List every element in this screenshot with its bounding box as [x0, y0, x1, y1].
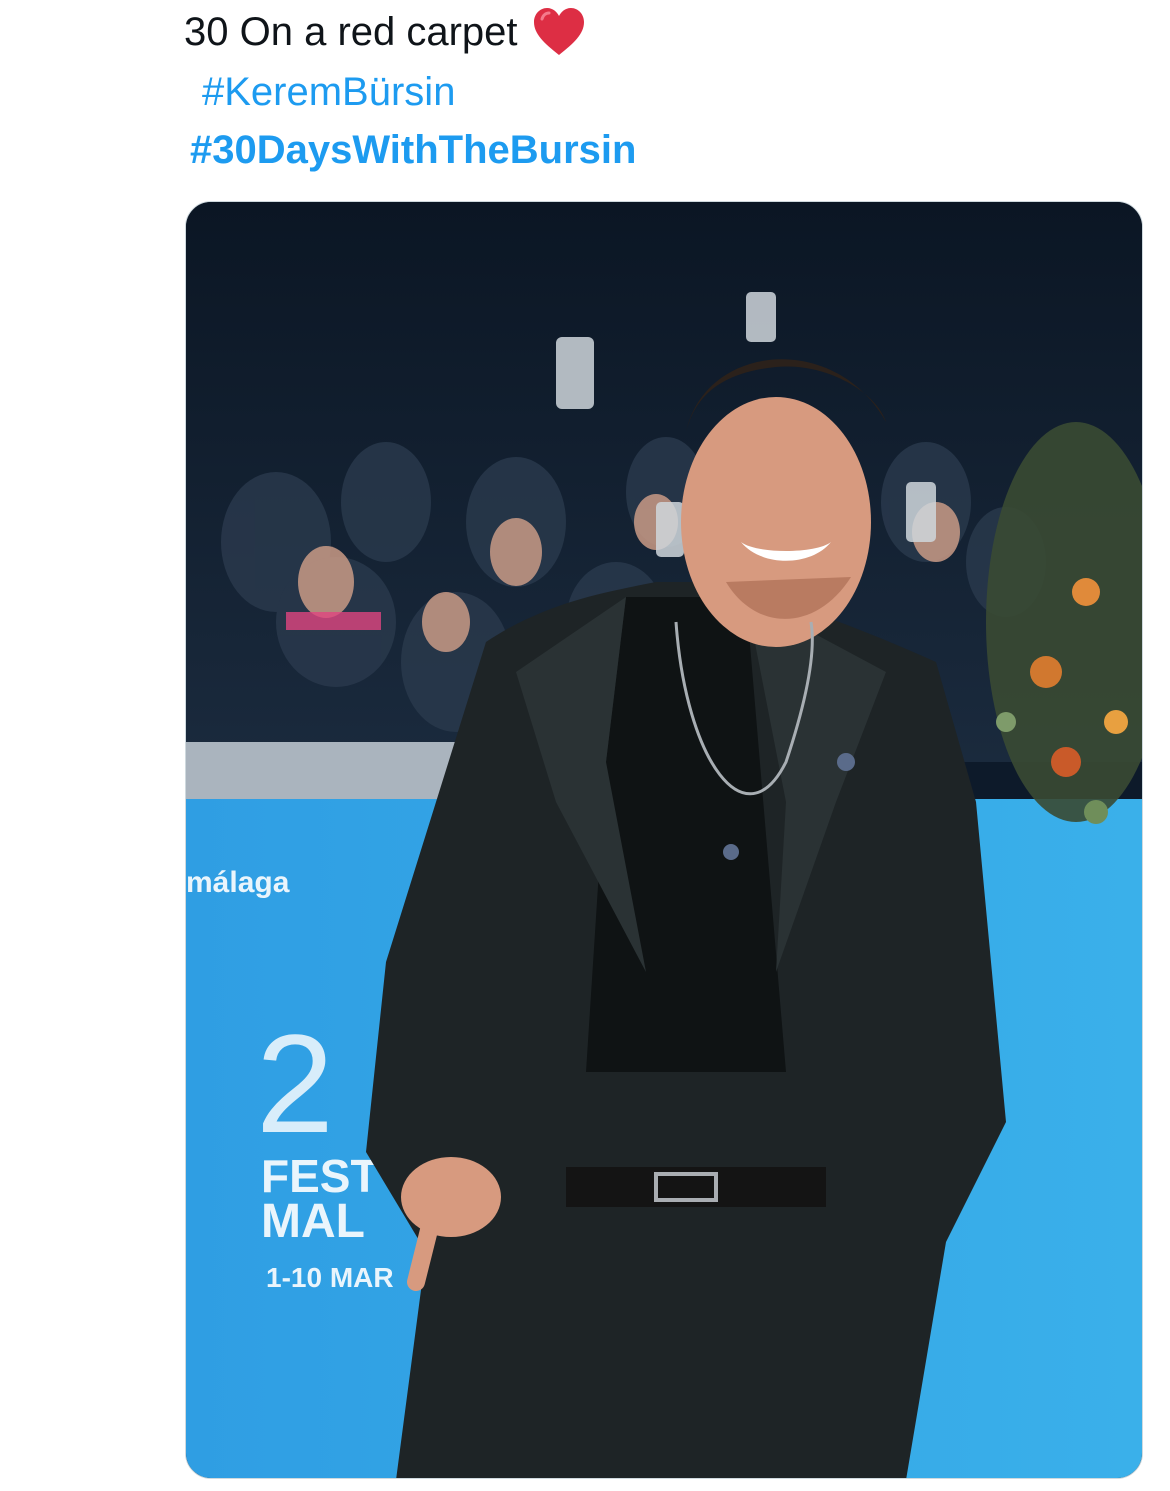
hashtag-link-kerembursin[interactable]: #KeremBürsin: [202, 66, 1144, 118]
tweet-line: 30 On a red carpet: [184, 6, 1144, 58]
tweet-text-line1: 30 On a red carpet: [184, 10, 518, 54]
hashtag-link-30days[interactable]: #30DaysWithTheBursin: [190, 124, 1144, 176]
backdrop-city: MAL: [261, 1195, 365, 1248]
backdrop-number: 2: [256, 1005, 334, 1162]
tweet-text: 30 On a red carpet #KeremBürsin #30DaysW…: [184, 6, 1144, 176]
backdrop-brand: málaga: [186, 866, 290, 899]
tweet-photo[interactable]: málaga 2 FEST MAL 1-10 MAR: [185, 201, 1143, 1479]
photo-illustration: málaga 2 FEST MAL 1-10 MAR: [186, 202, 1142, 1478]
red-heart-icon: [532, 7, 586, 57]
backdrop-dates: 1-10 MAR: [266, 1262, 394, 1293]
